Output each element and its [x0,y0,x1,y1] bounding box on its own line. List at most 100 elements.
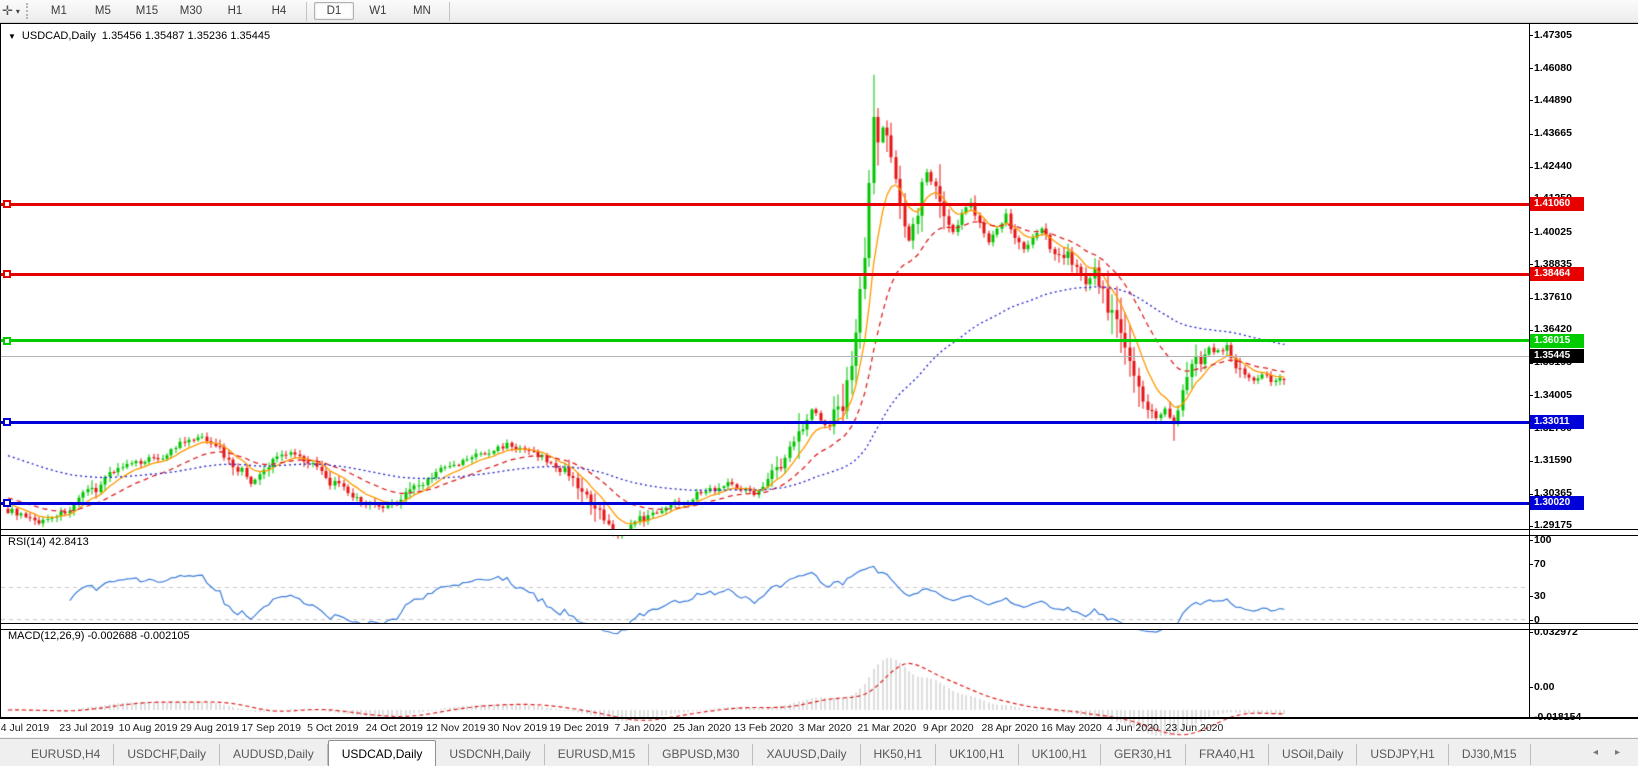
tab-uk100-h1[interactable]: UK100,H1 [936,744,1019,765]
timeframe-button-h4[interactable]: H4 [259,2,299,20]
toolbar-grip-handle[interactable] [25,3,31,19]
x-axis-date-label: 16 May 2020 [1040,722,1102,734]
rsi-indicator-name: RSI(14) [8,536,46,548]
timeframe-button-m1[interactable]: M1 [39,2,79,20]
tab-eurusd-h4[interactable]: EURUSD,H4 [18,744,115,765]
level-anchor-133011[interactable] [3,418,11,427]
tab-usdjpy-h1[interactable]: USDJPY,H1 [1357,744,1449,765]
level-line-133011[interactable] [1,420,1529,424]
chevron-down-icon: ▾ [15,6,20,16]
x-axis-date-label: 9 Apr 2020 [922,722,974,734]
timeframe-button-mn[interactable]: MN [402,2,442,20]
timeframe-button-h1[interactable]: H1 [215,2,255,20]
timeframe-button-m5[interactable]: M5 [83,2,123,20]
chart-top-border [0,23,1638,24]
toolbar-separator [305,1,307,21]
x-axis-date-label: 23 Jul 2019 [59,722,114,734]
x-axis-date-label: 25 Jan 2020 [673,722,731,734]
tab-dj30-m15[interactable]: DJ30,M15 [1449,744,1531,765]
tab-ger30-h1[interactable]: GER30,H1 [1101,744,1186,765]
tab-eurusd-m15[interactable]: EURUSD,M15 [545,744,650,765]
y-axis-tick-label: 1.31590 [1534,454,1572,467]
trading-platform-window: ✛ ▾ M1 M5 M15 M30 H1 H4 D1 W1 MN ▼ USDCAD,Daily … [0,0,1638,766]
y-axis-tick-label: 1.46080 [1534,61,1572,74]
cursor-tool-button[interactable]: ✛ ▾ [0,3,24,19]
level-price-tag-133011: 1.33011 [1530,415,1584,430]
x-axis-date-label: 23 Jun 2020 [1165,722,1224,734]
y-axis-tick-label: 1.44890 [1534,93,1572,106]
x-axis-date-label: 28 Apr 2020 [981,722,1039,734]
x-axis-date-label: 17 Sep 2019 [241,722,301,734]
x-axis-date-label: 4 Jul 2019 [0,722,50,734]
level-line-141060[interactable] [1,202,1529,206]
x-axis-date-label: 4 Jun 2020 [1106,722,1159,734]
tabs-scroll-right-button[interactable]: ▸ [1615,747,1620,758]
timeframe-button-m30[interactable]: M30 [171,2,211,20]
current-price-tag: 1.35445 [1530,349,1584,364]
tab-usdcad-daily[interactable]: USDCAD,Daily [327,740,437,766]
level-line-136015[interactable] [1,339,1529,343]
macd-pane-label: MACD(12,26,9) -0.002688 -0.002105 [8,630,190,642]
timeframe-toolbar: ✛ ▾ M1 M5 M15 M30 H1 H4 D1 W1 MN [0,0,1638,23]
timeframe-button-w1[interactable]: W1 [358,2,398,20]
symbol-tab-bar: EURUSD,H4 USDCHF,Daily AUDUSD,Daily USDCAD,… [0,738,1638,766]
x-axis-date-label: 29 Aug 2019 [180,722,240,734]
x-axis-date-label: 13 Feb 2020 [734,722,794,734]
macd-axis-tick-label: 0.00 [1534,680,1555,693]
macd-current-values: -0.002688 -0.002105 [87,630,190,642]
rsi-pane-label: RSI(14) 42.8413 [8,536,89,548]
y-axis-tick-label: 1.34005 [1534,388,1572,401]
level-line-138464[interactable] [1,272,1529,276]
tab-usdchf-daily[interactable]: USDCHF,Daily [114,744,221,765]
rsi-axis-tick-label: 30 [1534,589,1546,602]
rsi-current-value: 42.8413 [48,536,89,548]
main-rsi-pane-separator[interactable] [0,529,1638,536]
tab-usoil-daily[interactable]: USOil,Daily [1269,744,1358,765]
level-anchor-138464[interactable] [3,270,11,279]
level-price-tag-138464: 1.38464 [1530,267,1584,282]
y-axis-tick-label: 1.43665 [1534,127,1572,140]
cursor-tool-icon: ✛ [2,3,13,18]
tab-hk50-h1[interactable]: HK50,H1 [861,744,937,765]
tabs-scroll-left-button[interactable]: ◂ [1593,747,1598,758]
tab-audusd-daily[interactable]: AUDUSD,Daily [220,744,328,765]
x-axis-date-label: 24 Oct 2019 [365,722,423,734]
level-price-tag-141060: 1.41060 [1530,197,1584,212]
tab-usdcnh-daily[interactable]: USDCNH,Daily [436,744,545,765]
current-price-line [1,355,1529,357]
x-axis-date-label: 30 Nov 2019 [487,722,548,734]
tab-fra40-h1[interactable]: FRA40,H1 [1186,744,1270,765]
price-axis-line [1529,23,1530,718]
x-axis-date-label: 19 Dec 2019 [549,722,609,734]
x-axis-date-label: 21 Mar 2020 [857,722,917,734]
timeframe-button-d1[interactable]: D1 [313,2,354,20]
chart-left-border [0,23,1,718]
timeframe-button-m15[interactable]: M15 [127,2,167,20]
x-axis-date-label: 3 Mar 2020 [798,722,852,734]
level-anchor-141060[interactable] [3,200,11,209]
y-axis-tick-label: 1.42440 [1534,160,1572,173]
level-anchor-136015[interactable] [3,336,11,345]
tab-uk100-h1[interactable]: UK100,H1 [1019,744,1101,765]
level-price-tag-136015: 1.36015 [1530,333,1584,348]
chart-title: ▼ USDCAD,Daily 1.35456 1.35487 1.35236 1… [8,30,270,42]
tab-gbpusd-m30[interactable]: GBPUSD,M30 [649,744,754,765]
x-axis-date-label: 12 Nov 2019 [426,722,486,734]
y-axis-tick-label: 1.40025 [1534,225,1572,238]
chart-dropdown-icon[interactable]: ▼ [8,32,16,41]
x-axis-date-label: 10 Aug 2019 [118,722,178,734]
y-axis-tick-label: 1.37610 [1534,291,1572,304]
rsi-macd-pane-separator[interactable] [0,623,1638,630]
x-axis-date-label: 5 Oct 2019 [307,722,359,734]
tab-xauusd-daily[interactable]: XAUUSD,Daily [753,744,861,765]
chart-symbol-label: USDCAD,Daily [21,30,96,42]
level-line-130020[interactable] [1,501,1529,505]
toolbar-separator [448,1,450,21]
rsi-axis-tick-label: 70 [1534,557,1546,570]
x-axis-date-label: 7 Jan 2020 [614,722,667,734]
level-price-tag-130020: 1.30020 [1530,496,1584,511]
chart-canvas[interactable] [0,23,1638,766]
chart-bottom-border [0,717,1638,719]
level-anchor-130020[interactable] [3,499,11,508]
macd-indicator-name: MACD(12,26,9) [8,630,85,642]
